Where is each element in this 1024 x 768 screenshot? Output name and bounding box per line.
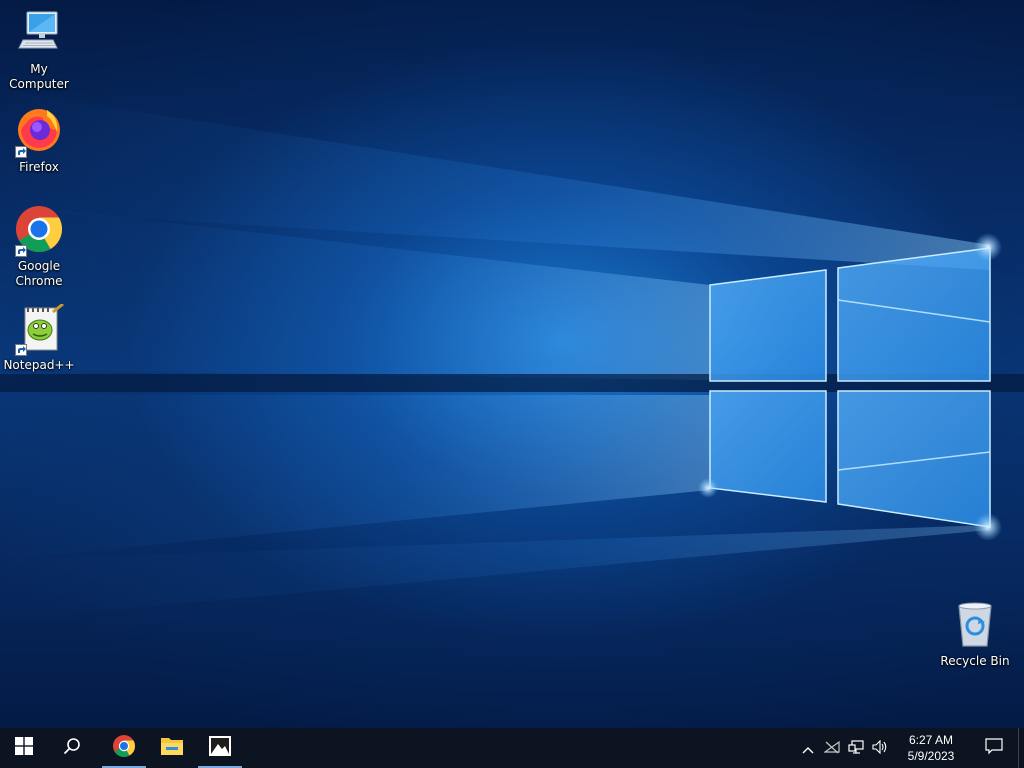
- volume-button[interactable]: [868, 728, 892, 768]
- system-tray: 6:27 AM 5/9/2023: [796, 728, 1024, 768]
- shortcut-arrow-icon: [15, 344, 27, 356]
- recycle-bin-desktop-icon[interactable]: Recycle Bin: [936, 600, 1014, 669]
- show-hidden-icons-button[interactable]: [796, 728, 820, 768]
- ethernet-status-button[interactable]: [844, 728, 868, 768]
- action-center-button[interactable]: [970, 728, 1018, 768]
- desktop: My Computer Firefox Google Chrome Notepa…: [0, 0, 1024, 728]
- notepadpp-label: Notepad++: [3, 358, 75, 372]
- firefox-icon: [13, 106, 65, 158]
- chrome-icon: [13, 205, 65, 257]
- start-button[interactable]: [0, 728, 48, 768]
- recycle-bin-label: Recycle Bin: [940, 654, 1010, 668]
- chrome-desktop-icon[interactable]: Google Chrome: [0, 205, 78, 289]
- show-desktop-button[interactable]: [1018, 728, 1024, 768]
- notepadpp-icon: [13, 302, 65, 356]
- taskbar-photos-button[interactable]: [196, 728, 244, 768]
- windows-logo-icon: [15, 737, 33, 759]
- my-computer-desktop-icon[interactable]: My Computer: [0, 8, 78, 92]
- shortcut-arrow-icon: [15, 245, 27, 257]
- chrome-label: Google Chrome: [15, 259, 63, 288]
- notepadpp-desktop-icon[interactable]: Notepad++: [0, 302, 78, 373]
- network-status-button[interactable]: [820, 728, 844, 768]
- clock-time: 6:27 AM: [908, 733, 954, 747]
- taskbar: 6:27 AM 5/9/2023: [0, 728, 1024, 768]
- firefox-desktop-icon[interactable]: Firefox: [0, 106, 78, 175]
- taskbar-chrome-button[interactable]: [100, 728, 148, 768]
- wallpaper: [0, 90, 1024, 620]
- clock-date: 5/9/2023: [907, 749, 955, 763]
- chrome-icon: [112, 734, 136, 762]
- ethernet-icon: [848, 739, 864, 758]
- notification-icon: [985, 737, 1003, 759]
- clock-button[interactable]: 6:27 AM 5/9/2023: [892, 732, 970, 764]
- shortcut-arrow-icon: [15, 146, 27, 158]
- search-icon: [63, 737, 81, 759]
- file-explorer-icon: [160, 735, 184, 761]
- volume-icon: [872, 739, 888, 758]
- my-computer-label: My Computer: [9, 62, 69, 91]
- recycle-bin-icon: [949, 600, 1001, 652]
- chevron-up-icon: [802, 739, 814, 758]
- search-button[interactable]: [48, 728, 96, 768]
- firefox-label: Firefox: [19, 160, 59, 174]
- network-disconnected-icon: [823, 739, 840, 758]
- computer-icon: [13, 8, 65, 60]
- photos-icon: [208, 735, 232, 761]
- taskbar-file-explorer-button[interactable]: [148, 728, 196, 768]
